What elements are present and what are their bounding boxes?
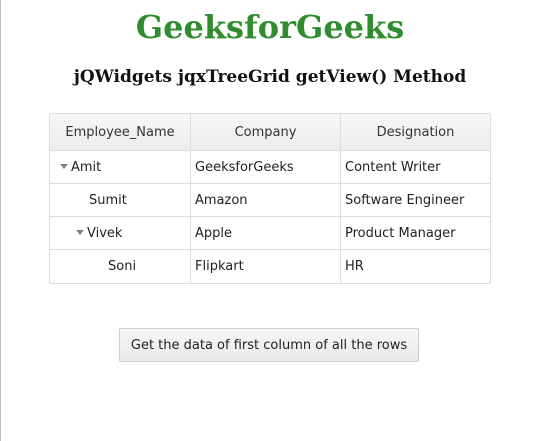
tree-grid: Employee_Name Company Designation Amit G… (49, 113, 491, 284)
designation-cell[interactable]: Software Engineer (341, 184, 490, 216)
triangle-down-icon[interactable] (74, 227, 86, 239)
page-subtitle: jQWidgets jqxTreeGrid getView() Method (73, 67, 467, 87)
employee-name-cell[interactable]: Amit (50, 151, 191, 183)
page-title: GeeksforGeeks (135, 8, 405, 46)
designation-cell[interactable]: HR (341, 250, 490, 283)
table-row[interactable]: Soni Flipkart HR (50, 250, 490, 283)
table-row[interactable]: Sumit Amazon Software Engineer (50, 184, 490, 217)
designation-cell[interactable]: Product Manager (341, 217, 490, 249)
company-cell[interactable]: Amazon (191, 184, 341, 216)
employee-name-cell[interactable]: Vivek (50, 217, 191, 249)
employee-name-text: Soni (108, 259, 137, 274)
get-first-column-data-button[interactable]: Get the data of first column of all the … (119, 328, 419, 362)
company-cell[interactable]: Flipkart (191, 250, 341, 283)
column-header-company[interactable]: Company (191, 114, 341, 150)
company-cell[interactable]: Apple (191, 217, 341, 249)
employee-name-text: Amit (71, 159, 102, 175)
employee-name-cell[interactable]: Soni (50, 250, 191, 283)
column-header-employee-name[interactable]: Employee_Name (50, 114, 191, 150)
employee-name-text: Sumit (89, 192, 127, 208)
designation-cell[interactable]: Content Writer (341, 151, 490, 183)
employee-name-text: Vivek (87, 225, 123, 241)
table-row[interactable]: Amit GeeksforGeeks Content Writer (50, 151, 490, 184)
table-row[interactable]: Vivek Apple Product Manager (50, 217, 490, 250)
triangle-down-icon[interactable] (58, 161, 70, 173)
column-header-designation[interactable]: Designation (341, 114, 490, 150)
employee-name-cell[interactable]: Sumit (50, 184, 191, 216)
tree-grid-header: Employee_Name Company Designation (50, 114, 490, 151)
company-cell[interactable]: GeeksforGeeks (191, 151, 341, 183)
